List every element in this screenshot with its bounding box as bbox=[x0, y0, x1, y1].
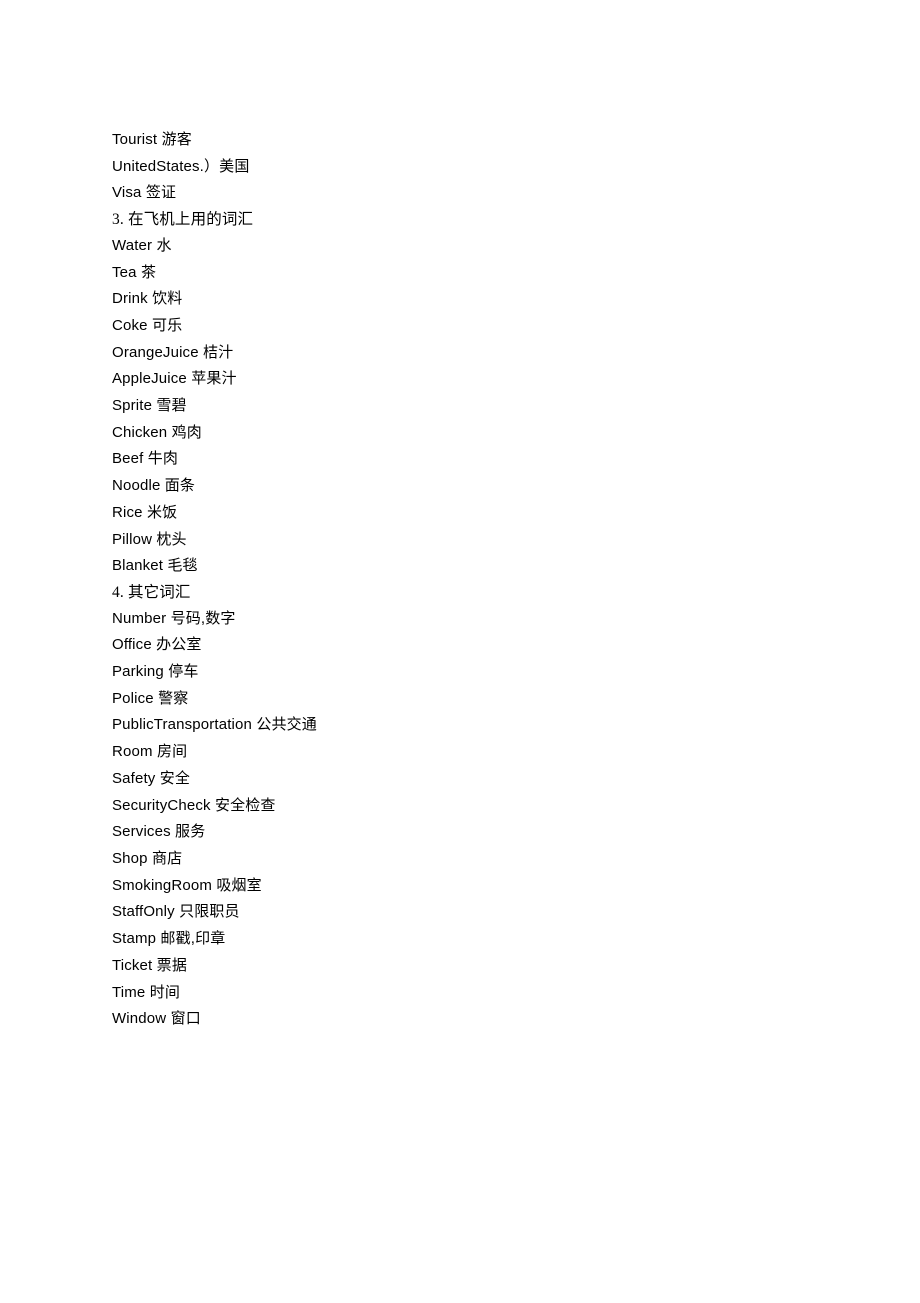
line-staff-only: StaffOnly 只限职员 bbox=[112, 903, 240, 921]
document-page: Tourist 游客 UnitedStates.）美国 Visa 签证 3. 在飞机上… bbox=[0, 0, 920, 1303]
line-section-3: 3. 在飞机上用的词汇 bbox=[112, 211, 254, 229]
line-chicken: Chicken 鸡肉 bbox=[112, 423, 202, 441]
line-rice: Rice 米饭 bbox=[112, 503, 178, 521]
line-visa: Visa 签证 bbox=[112, 184, 177, 202]
line-shop: Shop 商店 bbox=[112, 849, 183, 867]
line-ticket: Ticket 票据 bbox=[112, 956, 187, 974]
line-noodle: Noodle 面条 bbox=[112, 477, 196, 495]
line-beef: Beef 牛肉 bbox=[112, 450, 179, 468]
line-window: Window 窗口 bbox=[112, 1010, 201, 1028]
line-united-states: UnitedStates.）美国 bbox=[112, 157, 250, 175]
line-apple-juice: AppleJuice 苹果汁 bbox=[112, 370, 237, 388]
line-drink: Drink 饮料 bbox=[112, 290, 183, 308]
line-smoking-room: SmokingRoom 吸烟室 bbox=[112, 876, 262, 894]
line-tea: Tea 茶 bbox=[112, 263, 157, 281]
line-orange-juice: OrangeJuice 桔汁 bbox=[112, 343, 234, 361]
line-services: Services 服务 bbox=[112, 823, 206, 841]
line-time: Time 时间 bbox=[112, 983, 181, 1001]
line-room: Room 房间 bbox=[112, 743, 188, 761]
line-safety: Safety 安全 bbox=[112, 769, 191, 787]
line-police: Police 警察 bbox=[112, 689, 189, 707]
line-parking: Parking 停车 bbox=[112, 663, 199, 681]
line-office: Office 办公室 bbox=[112, 636, 202, 654]
line-number: Number 号码,数字 bbox=[112, 609, 236, 627]
line-section-4: 4. 其它词汇 bbox=[112, 583, 191, 601]
line-sprite: Sprite 雪碧 bbox=[112, 397, 187, 415]
line-pillow: Pillow 枕头 bbox=[112, 530, 187, 548]
line-blanket: Blanket 毛毯 bbox=[112, 557, 198, 575]
line-security-check: SecurityCheck 安全检查 bbox=[112, 796, 276, 814]
line-public-transportation: PublicTransportation 公共交通 bbox=[112, 716, 317, 734]
line-tourist: Tourist 游客 bbox=[112, 131, 192, 148]
document-text-body: Tourist 游客 UnitedStates.）美国 Visa 签证 3. 在飞机上… bbox=[112, 127, 812, 1033]
line-coke: Coke 可乐 bbox=[112, 316, 183, 334]
line-stamp: Stamp 邮戳,印章 bbox=[112, 930, 226, 948]
line-water: Water 水 bbox=[112, 236, 172, 254]
